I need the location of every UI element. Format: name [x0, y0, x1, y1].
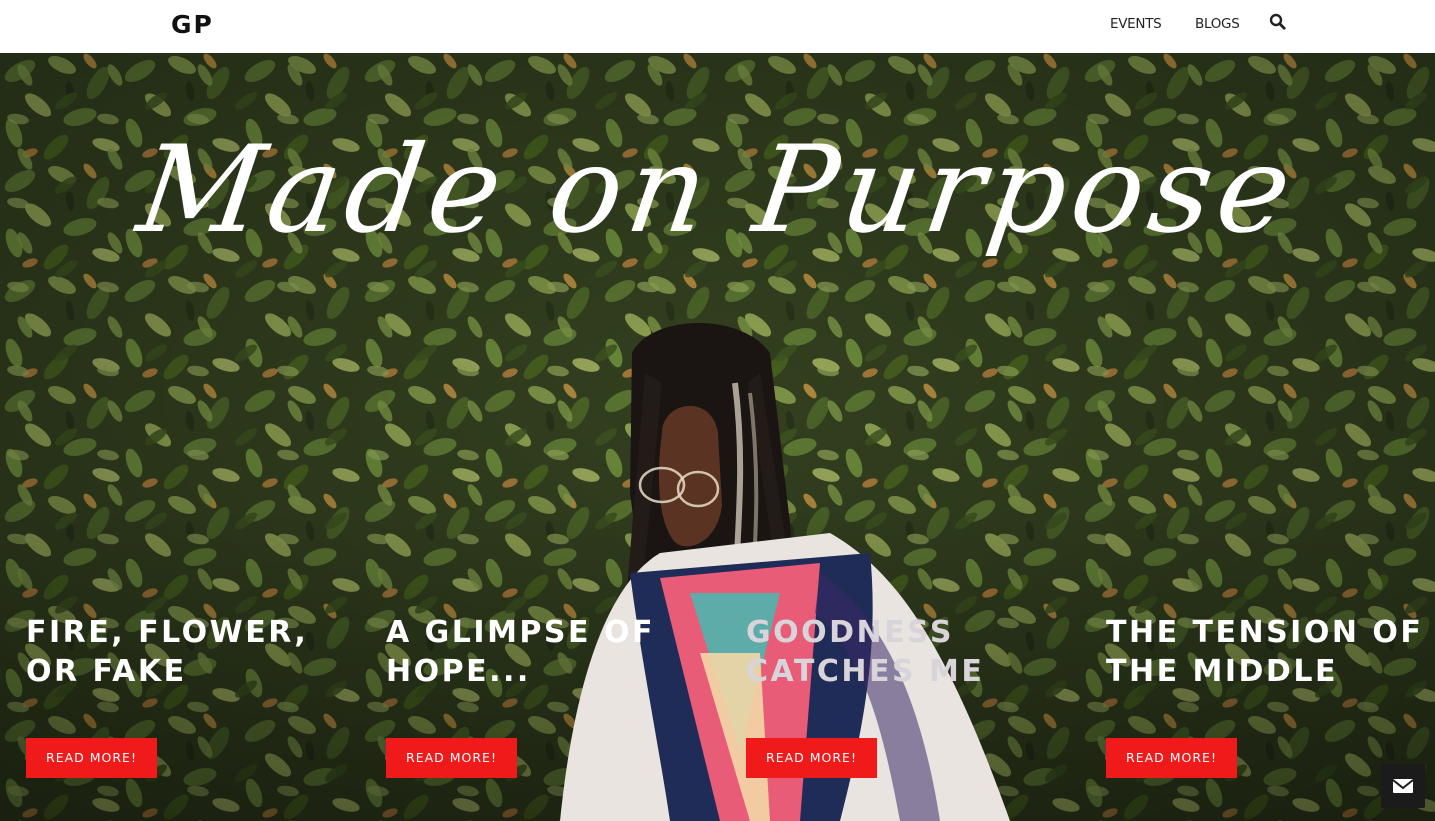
- nav-link-blogs[interactable]: BLOGS: [1195, 16, 1240, 32]
- read-more-button[interactable]: READ MORE!: [26, 738, 157, 778]
- post-title[interactable]: THE TENSION OF THE MIDDLE: [1106, 613, 1435, 691]
- post-card: FIRE, FLOWER, OR FAKE READ MORE!: [26, 613, 366, 778]
- hero-title: Made on Purpose: [130, 121, 1305, 260]
- search-icon[interactable]: [1269, 13, 1287, 31]
- hero-section: Made on Purpose FIRE, FLOWER, OR FAKE RE…: [0, 53, 1435, 821]
- contact-button[interactable]: [1381, 764, 1425, 808]
- nav-link-events[interactable]: EVENTS: [1110, 16, 1162, 32]
- site-logo[interactable]: GP: [171, 11, 214, 39]
- post-card: GOODNESS CATCHES ME READ MORE!: [746, 613, 1086, 778]
- read-more-button[interactable]: READ MORE!: [1106, 738, 1237, 778]
- post-title[interactable]: FIRE, FLOWER, OR FAKE: [26, 613, 366, 691]
- post-card: THE TENSION OF THE MIDDLE READ MORE!: [1106, 613, 1435, 778]
- envelope-icon: [1392, 779, 1414, 793]
- post-title[interactable]: GOODNESS CATCHES ME: [746, 613, 1086, 691]
- read-more-button[interactable]: READ MORE!: [746, 738, 877, 778]
- top-navigation-bar: GP EVENTS BLOGS: [0, 0, 1435, 53]
- post-title[interactable]: A GLIMPSE OF HOPE...: [386, 613, 726, 691]
- post-card: A GLIMPSE OF HOPE... READ MORE!: [386, 613, 726, 778]
- read-more-button[interactable]: READ MORE!: [386, 738, 517, 778]
